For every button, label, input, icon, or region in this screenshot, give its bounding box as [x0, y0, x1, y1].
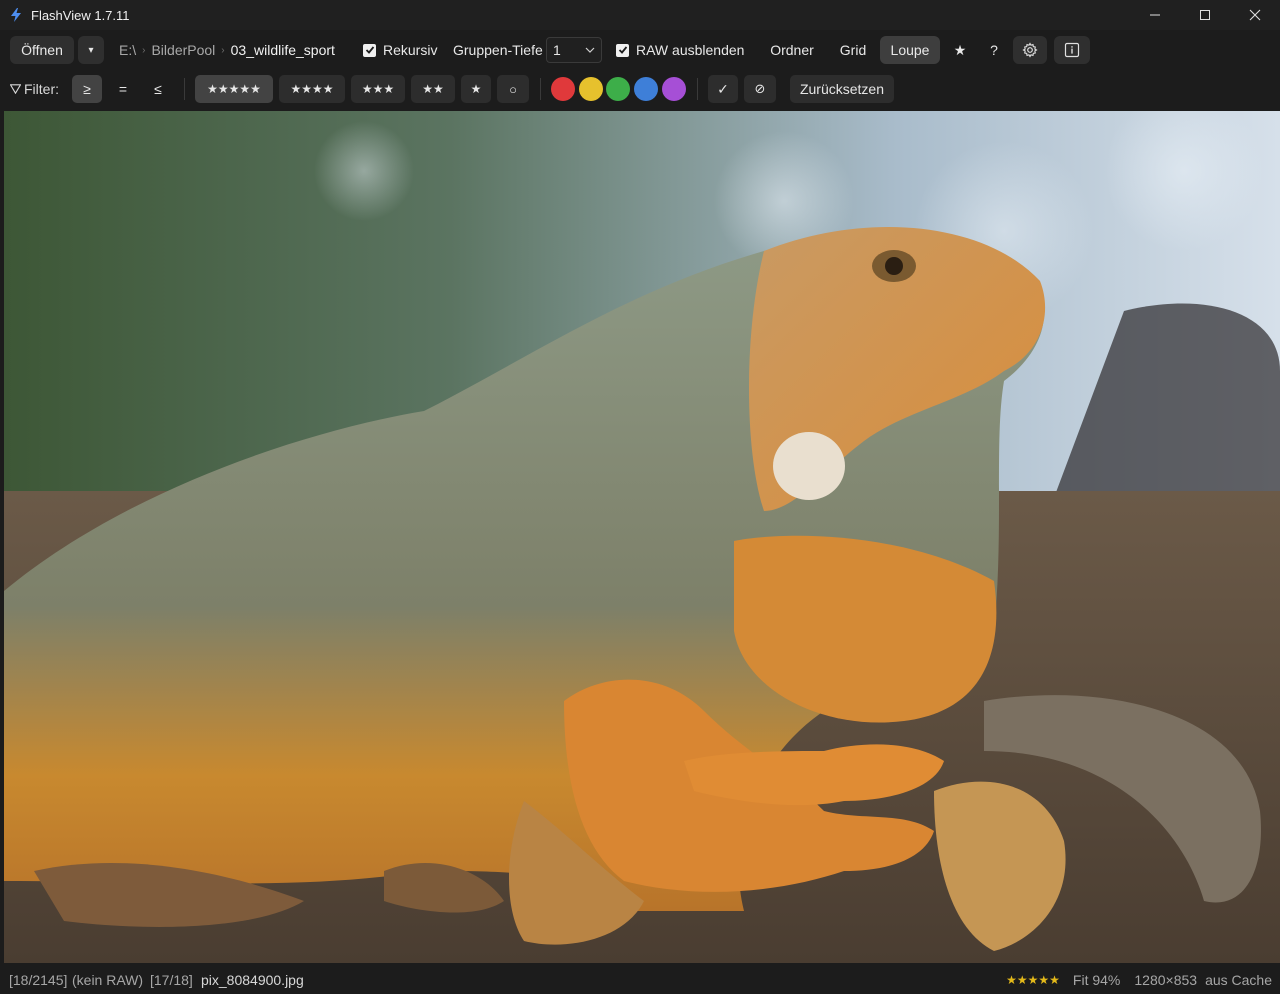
title-bar: FlashView 1.7.11 — [0, 0, 1280, 30]
view-folder-button[interactable]: Ordner — [760, 36, 824, 64]
rating-4-button[interactable]: ★★★★ — [279, 75, 345, 103]
checkmark-icon[interactable] — [616, 43, 629, 57]
close-button[interactable] — [1230, 0, 1280, 30]
filter-op-gte[interactable]: ≥ — [72, 75, 102, 103]
rating-5-button[interactable]: ★★★★★ — [195, 75, 273, 103]
gear-icon — [1022, 42, 1038, 58]
flag-reject-button[interactable]: ⊘ — [744, 75, 776, 103]
checkmark-icon[interactable] — [363, 43, 376, 57]
hide-raw-checkbox[interactable]: RAW ausblenden — [616, 42, 744, 58]
chevron-right-icon: › — [221, 44, 225, 56]
group-depth-select[interactable]: 1 — [546, 37, 602, 63]
filter-label-group: Filter: — [10, 81, 59, 97]
color-blue-button[interactable] — [634, 77, 658, 101]
settings-button[interactable] — [1013, 36, 1047, 64]
image-viewport[interactable] — [4, 111, 1280, 963]
breadcrumb: E:\ › BilderPool › 03_wildlife_sport — [119, 42, 335, 58]
raw-info: (kein RAW) — [72, 972, 144, 988]
zoom-level: Fit 94% — [1072, 972, 1121, 988]
chevron-down-icon — [585, 47, 595, 53]
image-dimensions: 1280×853 — [1134, 972, 1198, 988]
divider — [540, 78, 541, 100]
star-button[interactable]: ★ — [946, 36, 974, 64]
group-depth-value: 1 — [553, 42, 561, 58]
status-bar: [18/2145] (kein RAW) [17/18] pix_8084900… — [0, 966, 1280, 994]
window-title: FlashView 1.7.11 — [31, 7, 130, 23]
rating-stars: ★★★★★ — [1006, 973, 1060, 987]
status-right-group: ★★★★★ Fit 94% 1280×853 aus Cache — [1006, 966, 1272, 994]
rating-none-button[interactable]: ○ — [497, 75, 529, 103]
hide-raw-label: RAW ausblenden — [636, 42, 745, 58]
breadcrumb-current[interactable]: 03_wildlife_sport — [231, 42, 335, 58]
maximize-button[interactable] — [1180, 0, 1230, 30]
info-icon — [1064, 42, 1080, 58]
info-button[interactable] — [1054, 36, 1090, 64]
recursive-checkbox[interactable]: Rekursiv — [363, 42, 437, 58]
rating-3-button[interactable]: ★★★ — [351, 75, 405, 103]
color-purple-button[interactable] — [662, 77, 686, 101]
open-dropdown-button[interactable]: ▾ — [78, 36, 104, 64]
filter-op-eq[interactable]: = — [108, 75, 138, 103]
breadcrumb-drive[interactable]: E:\ — [119, 42, 136, 58]
view-grid-button[interactable]: Grid — [832, 36, 874, 64]
filter-label: Filter: — [24, 81, 59, 97]
help-button[interactable]: ? — [980, 36, 1008, 64]
minimize-button[interactable] — [1130, 0, 1180, 30]
rating-1-button[interactable]: ★ — [461, 75, 491, 103]
window-controls — [1130, 0, 1280, 30]
filename: pix_8084900.jpg — [201, 972, 304, 988]
divider — [697, 78, 698, 100]
breadcrumb-folder[interactable]: BilderPool — [151, 42, 215, 58]
filter-icon — [10, 84, 21, 94]
group-depth-label: Gruppen-Tiefe — [453, 42, 543, 58]
rating-2-button[interactable]: ★★ — [411, 75, 455, 103]
chevron-right-icon: › — [142, 44, 146, 56]
filter-op-lte[interactable]: ≤ — [143, 75, 173, 103]
reset-filter-button[interactable]: Zurücksetzen — [790, 75, 894, 103]
recursive-label: Rekursiv — [383, 42, 438, 58]
flag-pick-button[interactable]: ✓ — [708, 75, 738, 103]
main-toolbar: Öffnen ▾ E:\ › BilderPool › 03_wildlife_… — [0, 30, 1280, 70]
group-index: [17/18] — [150, 972, 193, 988]
image-index: [18/2145] — [9, 972, 68, 988]
cache-status: aus Cache — [1205, 972, 1272, 988]
color-red-button[interactable] — [551, 77, 575, 101]
view-loupe-button[interactable]: Loupe — [880, 36, 940, 64]
color-green-button[interactable] — [606, 77, 630, 101]
flash-icon — [9, 8, 23, 22]
open-button[interactable]: Öffnen — [10, 36, 74, 64]
photo-iguana — [4, 111, 1280, 963]
divider — [184, 78, 185, 100]
color-yellow-button[interactable] — [579, 77, 603, 101]
filter-bar: Filter: ≥ = ≤ ★★★★★ ★★★★ ★★★ ★★ ★ ○ ✓ ⊘ … — [0, 70, 1280, 108]
